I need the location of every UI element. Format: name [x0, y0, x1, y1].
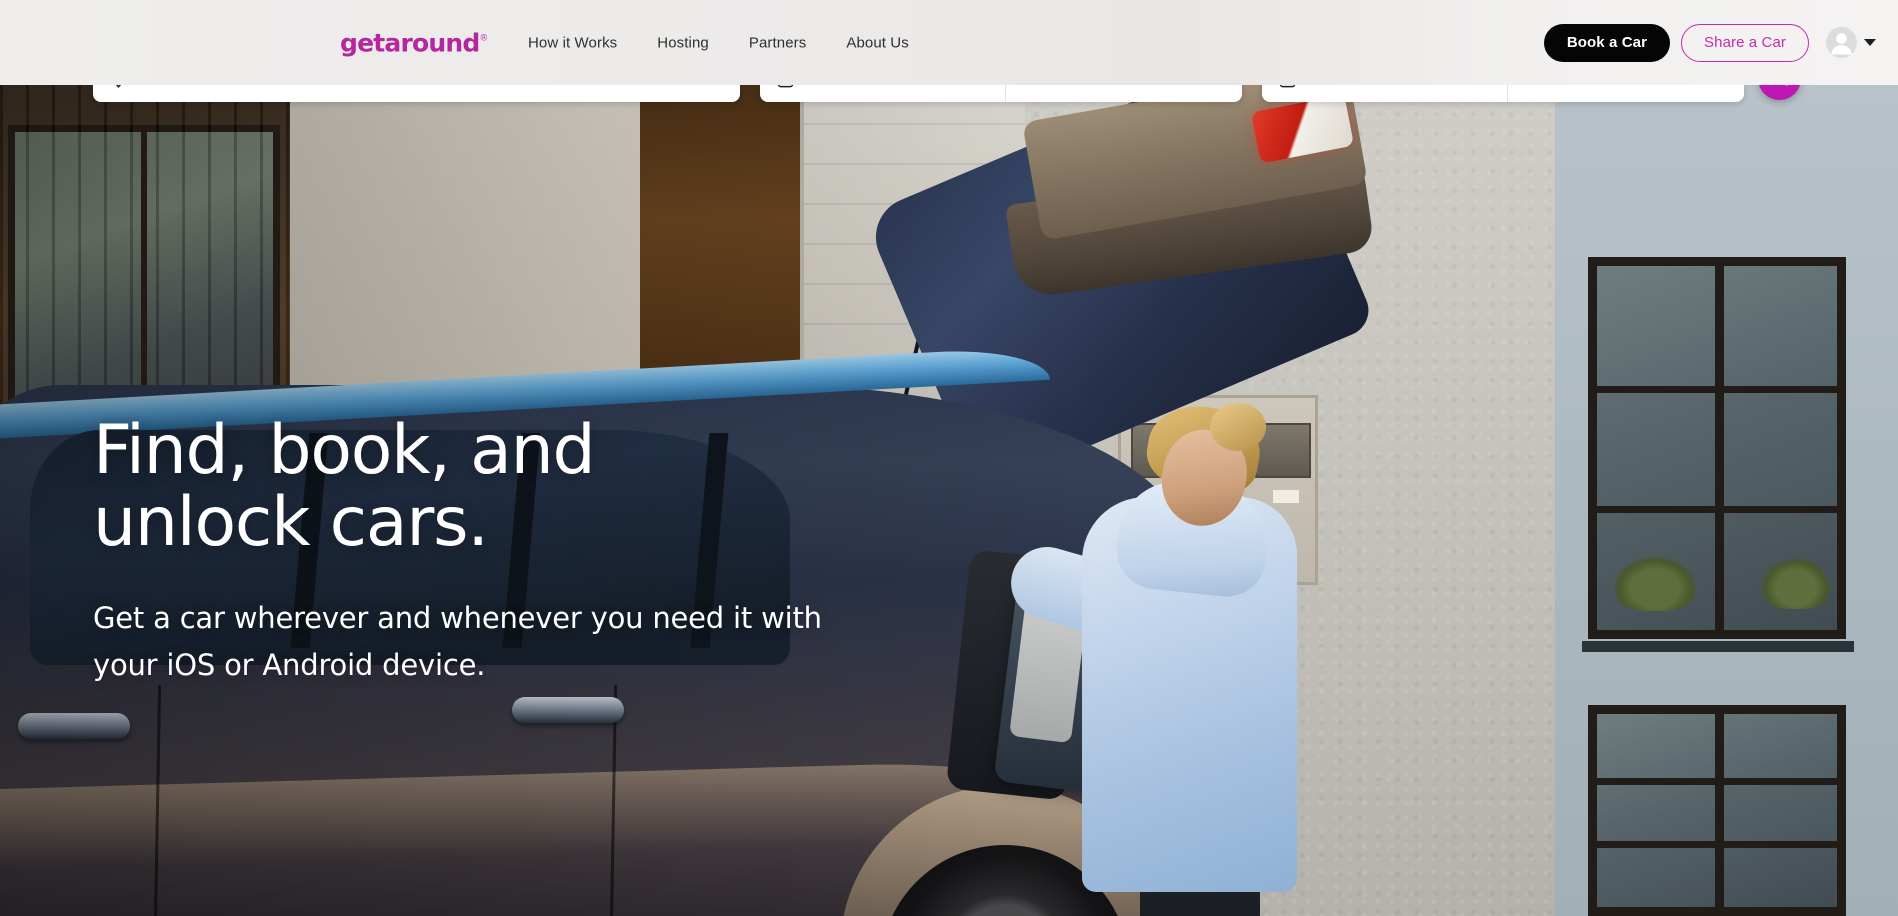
account-menu[interactable] — [1826, 27, 1876, 58]
hero-copy: Find, book, and unlock cars. Get a car w… — [93, 414, 822, 688]
getaround-logo[interactable]: getaround ® — [340, 30, 487, 55]
hero-subheading: Get a car wherever and whenever you need… — [93, 595, 822, 688]
site-header: getaround ® How it Works Hosting Partner… — [0, 0, 1898, 85]
user-avatar-icon — [1826, 27, 1857, 58]
chevron-down-icon — [1864, 39, 1876, 46]
nav-item-how-it-works[interactable]: How it Works — [528, 34, 617, 51]
nav-item-about-us[interactable]: About Us — [846, 34, 909, 51]
share-a-car-button[interactable]: Share a Car — [1681, 23, 1809, 62]
primary-navigation: How it Works Hosting Partners About Us — [528, 34, 909, 51]
nav-item-hosting[interactable]: Hosting — [657, 34, 709, 51]
hero-subheading-line-1: Get a car wherever and whenever you need… — [93, 601, 822, 636]
getaround-homepage: getaround ® How it Works Hosting Partner… — [0, 0, 1898, 916]
nav-item-partners[interactable]: Partners — [749, 34, 807, 51]
hero-heading-line-2: unlock cars. — [93, 483, 489, 563]
page-title: Find, book, and unlock cars. — [93, 414, 813, 563]
hero-heading-line-1: Find, book, and — [93, 411, 596, 490]
logo-trademark-icon: ® — [480, 32, 488, 42]
hero-section: Find, book, and unlock cars. Get a car w… — [0, 85, 1898, 916]
book-a-car-button[interactable]: Book a Car — [1543, 23, 1671, 62]
header-actions: Book a Car Share a Car — [1543, 23, 1876, 62]
hero-subheading-line-2: your iOS or Android device. — [93, 647, 486, 682]
logo-wordmark: getaround — [340, 28, 480, 57]
